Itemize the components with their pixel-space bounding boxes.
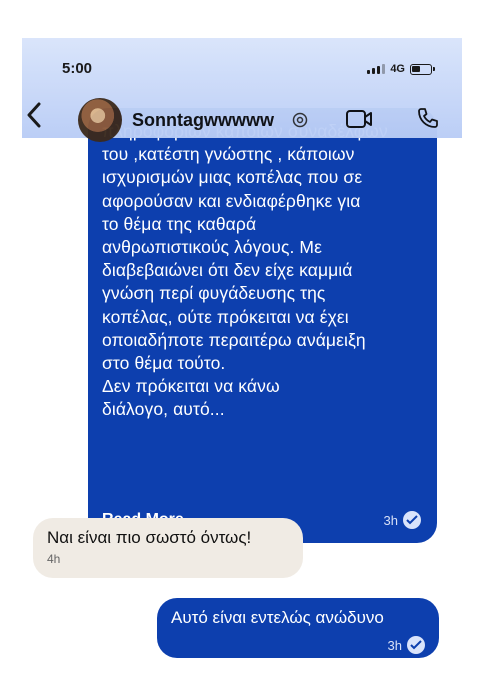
signal-icon: [367, 64, 386, 74]
message-meta: 3h: [384, 511, 421, 529]
message-time: 3h: [383, 512, 398, 528]
message-meta: 3h: [388, 636, 425, 654]
chat-screen: πληροφοριών κάποιων συναδέλφων του ,κατέ…: [22, 38, 462, 658]
message-time: 3h: [387, 637, 402, 653]
chat-header: 5:00 4G Sonntagwwwww: [22, 38, 462, 142]
avatar[interactable]: [78, 98, 122, 142]
phone-icon[interactable]: [416, 106, 440, 130]
message-text: Ναι είναι πιο σωστό όντως!: [47, 528, 252, 547]
verified-icon: [292, 112, 308, 128]
message-text: Αυτό είναι εντελώς ανώδυνο: [171, 608, 384, 627]
read-check-icon: [403, 511, 421, 529]
message-outgoing-long[interactable]: πληροφοριών κάποιων συναδέλφων του ,κατέ…: [88, 108, 437, 543]
message-text: πληροφοριών κάποιων συναδέλφων του ,κατέ…: [102, 121, 388, 420]
status-indicators: 4G: [367, 63, 435, 75]
read-check-icon: [407, 636, 425, 654]
back-icon[interactable]: [24, 100, 46, 130]
message-time: 4h: [47, 552, 61, 566]
status-time: 5:00: [62, 60, 93, 77]
contact-name[interactable]: Sonntagwwwww: [132, 110, 274, 131]
message-incoming[interactable]: Ναι είναι πιο σωστό όντως! 4h: [33, 518, 303, 578]
message-outgoing-short[interactable]: Αυτό είναι εντελώς ανώδυνο 3h: [157, 598, 439, 658]
battery-icon: [410, 63, 435, 75]
video-call-icon[interactable]: [345, 108, 373, 130]
network-type: 4G: [390, 63, 405, 75]
